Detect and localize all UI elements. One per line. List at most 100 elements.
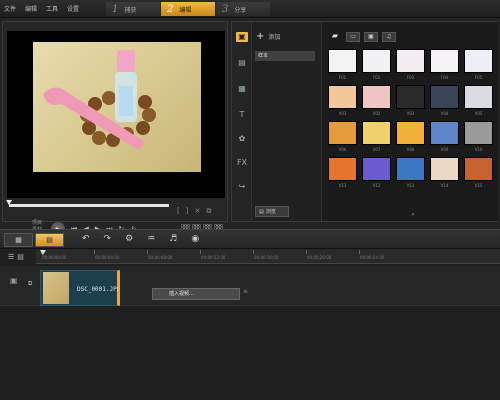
thumbnail-caption: F04 (440, 75, 449, 80)
trim-controls: [ ] ✕ ⧉ (177, 207, 211, 216)
time-ruler[interactable]: 00:00:00:00 00:00:04:00 00:00:08:00 00:00:1… (36, 250, 500, 264)
filter-fx-icon[interactable]: FX (236, 158, 248, 168)
ruler-tick: 00:00:16:00 (252, 250, 279, 260)
storyboard-view-icon[interactable]: ▦ (4, 233, 33, 247)
timeline-view-icon[interactable]: ▤ (35, 233, 64, 247)
thumbnail-caption: V01 (338, 111, 347, 116)
folder-item-sample[interactable]: 样本 (255, 51, 315, 61)
show-audio-icon[interactable]: ♫ (382, 32, 396, 42)
timeline-playhead[interactable] (40, 250, 46, 255)
library-thumbnail[interactable]: V10 (464, 121, 493, 152)
chapter-icon[interactable]: ▤ (17, 253, 24, 261)
mark-in-icon[interactable]: [ (177, 207, 180, 216)
library-thumbnail[interactable]: V06 (328, 121, 357, 152)
track-manager: ☰ ▤ (8, 253, 24, 261)
library-thumbnail[interactable]: V02 (362, 85, 391, 116)
split-icon[interactable]: ✕ (194, 207, 200, 216)
timeline-toolbar: ▦ ▤ ↶ ↷ ⚙ ♒ ♬ ◉ (0, 229, 500, 249)
browse-icon: ▤ (259, 208, 264, 215)
thumbnail-caption: V09 (440, 147, 449, 152)
add-label: 添加 (268, 34, 281, 41)
track-manager-icon[interactable]: ☰ (8, 253, 14, 261)
copy-icon[interactable]: ⧉ (206, 207, 211, 216)
track-link-icon[interactable]: ⧉ (28, 280, 32, 288)
thumbnail-caption: V06 (338, 147, 347, 152)
instant-project-icon[interactable]: ▤ (236, 58, 248, 68)
thumbnail-caption: V13 (406, 183, 415, 188)
library-thumbnail[interactable]: V14 (430, 157, 459, 188)
collapse-icon[interactable]: « (411, 211, 415, 218)
library-thumbnail[interactable]: V01 (328, 85, 357, 116)
browse-button[interactable]: ▤ 浏览 (255, 206, 289, 217)
thumbnail-caption: V10 (474, 147, 483, 152)
insert-tooltip: 插入视频... (152, 288, 240, 300)
thumbnail-caption: F01 (338, 75, 347, 80)
scrub-handle[interactable] (6, 200, 12, 205)
browse-label: 浏览 (265, 209, 276, 215)
graphic-icon[interactable]: ✿ (236, 134, 248, 144)
library-thumbnail[interactable]: F03 (396, 49, 425, 80)
thumbnail-grid: F01 F02 F03 F04 F05 V01 V02 V03 V04 V05 V06 V07 V08 V… (328, 49, 496, 188)
transition-icon[interactable]: ▦ (236, 84, 248, 94)
library-thumbnail[interactable]: V09 (430, 121, 459, 152)
step-number: 3 (222, 3, 229, 15)
project-mode[interactable]: 项目 (32, 220, 42, 227)
step-share[interactable]: 3 分享 (216, 2, 270, 16)
timeline-clip[interactable]: DSC_0001.JPG (40, 270, 120, 306)
app-window: 文件 编辑 工具 设置 1 捕获 2 编辑 3 分享 [] ✕ ⧉ 项目 00… (0, 0, 500, 400)
media-icon[interactable]: ▣ (236, 32, 248, 42)
media-filter-row: ▰ ▭ ▣ ♫ (328, 32, 396, 42)
step-edit[interactable]: 2 编辑 (161, 2, 215, 16)
ruler-tick: 00:00:12:00 (199, 250, 226, 260)
step-capture[interactable]: 1 捕获 (106, 2, 160, 16)
menu-file[interactable]: 文件 (4, 4, 16, 13)
thumbnail-caption: V15 (474, 183, 483, 188)
library-thumbnail[interactable]: F05 (464, 49, 493, 80)
preview-panel: [ ] ✕ ⧉ 项目 素材 ▶ ⏮ ◀ ▶ ⏭ ↻ 🔈 00 00 00 00 (2, 21, 228, 236)
library-thumbnail[interactable]: V03 (396, 85, 425, 116)
record-capture-icon[interactable]: ⚙ (125, 234, 133, 244)
folder-icon[interactable]: ▰ (328, 32, 342, 42)
add-folder-button[interactable]: + 添加 (256, 31, 280, 42)
library-thumbnail[interactable]: V05 (464, 85, 493, 116)
photo-content (43, 50, 156, 150)
menu-settings[interactable]: 设置 (67, 4, 79, 13)
library-thumbnail[interactable]: V04 (430, 85, 459, 116)
library-thumbnail[interactable]: V08 (396, 121, 425, 152)
library-thumbnail[interactable]: F01 (328, 49, 357, 80)
library-thumbnail[interactable]: V15 (464, 157, 493, 188)
title-icon[interactable]: T (236, 110, 248, 120)
thumbnail-caption: V04 (440, 111, 449, 116)
library-thumbnail[interactable]: F04 (430, 49, 459, 80)
thumbnail-caption: F05 (474, 75, 483, 80)
menu-tools[interactable]: 工具 (46, 4, 58, 13)
motion-tracking-icon[interactable]: ◉ (191, 234, 199, 244)
thumbnail-caption: F03 (406, 75, 415, 80)
step-number: 1 (112, 3, 119, 15)
step-number: 2 (167, 3, 174, 15)
mark-out-icon[interactable]: ] (186, 207, 189, 216)
ruler-tick: 00:00:20:00 (305, 250, 332, 260)
library-thumbnail[interactable]: F02 (362, 49, 391, 80)
step-label: 捕获 (124, 6, 137, 14)
menu-edit[interactable]: 编辑 (25, 4, 37, 13)
thumbnail-caption: V14 (440, 183, 449, 188)
menu-bar: 文件 编辑 工具 设置 (4, 4, 79, 13)
sound-mixer-icon[interactable]: ♒ (147, 234, 155, 244)
folder-column: + 添加 样本 ▤ 浏览 (253, 22, 320, 221)
timeline-panel: ☰ ▤ 00:00:00:00 00:00:04:00 00:00:08:00 00:… (0, 250, 500, 400)
undo-icon[interactable]: ↶ (82, 234, 90, 244)
library-thumbnail[interactable]: V13 (396, 157, 425, 188)
scrub-bar[interactable] (9, 204, 169, 207)
library-thumbnail[interactable]: V12 (362, 157, 391, 188)
motion-path-icon[interactable]: ↪ (236, 182, 248, 192)
top-bar: 文件 编辑 工具 设置 1 捕获 2 编辑 3 分享 (0, 0, 500, 18)
library-thumbnail[interactable]: V11 (328, 157, 357, 188)
show-video-icon[interactable]: ▭ (346, 32, 360, 42)
library-thumbnail[interactable]: V07 (362, 121, 391, 152)
show-photo-icon[interactable]: ▣ (364, 32, 378, 42)
redo-icon[interactable]: ↷ (104, 234, 112, 244)
auto-music-icon[interactable]: ♬ (169, 234, 177, 244)
step-label: 分享 (234, 6, 247, 14)
preview-screen (7, 31, 225, 198)
